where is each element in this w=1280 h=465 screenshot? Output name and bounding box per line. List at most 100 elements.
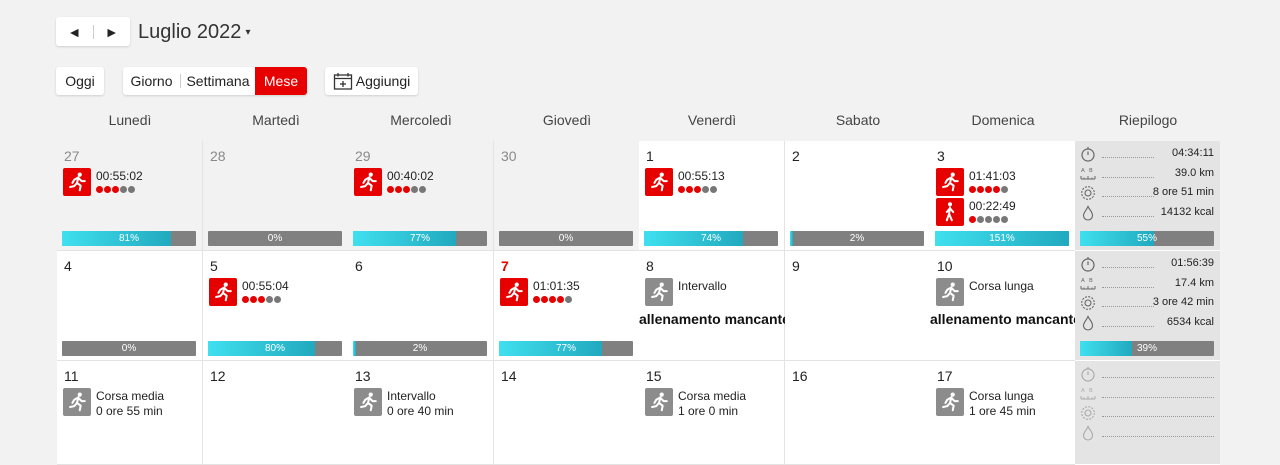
day-cell[interactable]: 4 0% [57,251,203,361]
leader-dots [1102,286,1154,288]
summary-row-distance: A B 17.4 km [1080,276,1214,292]
leader-dots [1102,176,1154,178]
intensity-dot [242,296,249,303]
weekday-header: Riepilogo [1118,112,1178,128]
run-icon[interactable] [354,388,382,416]
intensity-dot [694,186,701,193]
day-cell[interactable]: 2 2% [785,141,931,251]
intensity-dot [250,296,257,303]
day-number: 10 [937,258,953,274]
progress-bar: 0% [208,231,342,246]
progress-label: 0% [267,233,283,244]
today-button[interactable]: Oggi [56,67,104,95]
day-cell[interactable]: 11 Corsa media 0 ore 55 min [57,361,203,465]
run-icon[interactable] [500,278,528,306]
day-cell[interactable]: 29 00:40:02 77% [348,141,494,251]
distance-icon: AB [1080,386,1096,402]
view-day-button[interactable]: Giorno [123,67,180,95]
prev-month-button[interactable]: ◄ [56,17,93,46]
svg-text:A: A [1081,278,1085,284]
intensity-dot [120,186,127,193]
day-number: 7 [501,258,509,274]
intensity-dots [969,216,1008,223]
leader-dots [1102,325,1154,327]
stopwatch-icon [1080,146,1096,162]
intensity-dot [969,216,976,223]
progress-bar: 2% [790,231,924,246]
leader-dots [1102,196,1154,197]
intensity-dot [112,186,119,193]
intensity-dot [104,186,111,193]
summary-value: 39.0 km [1174,166,1214,179]
progress-bar: 77% [353,231,487,246]
day-cell[interactable]: 1 00:55:13 74% [639,141,785,251]
day-cell[interactable]: 30 0% [494,141,640,251]
day-number: 15 [646,368,662,384]
duration-icon [1080,185,1096,201]
flame-icon [1080,314,1096,331]
walk-icon[interactable] [936,198,964,226]
progress-bar: 151% [935,231,1069,246]
progress-label: 55% [1136,233,1157,244]
summary-value: 6534 kcal [1166,315,1214,328]
day-number: 5 [210,258,218,274]
day-cell[interactable]: 3 01:41:03 00:22:49 151% [930,141,1076,251]
svg-text:B: B [1089,168,1093,174]
progress-bar: 0% [62,341,196,356]
run-icon[interactable] [209,278,237,306]
view-month-button[interactable]: Mese [255,67,307,95]
add-button[interactable]: Aggiungi [325,67,418,95]
day-number: 11 [64,368,79,384]
intensity-dots [678,186,717,193]
summary-row-energy: 14132 kcal [1080,204,1214,221]
intensity-dot [557,296,564,303]
intensity-dot [969,186,976,193]
run-icon[interactable] [936,168,964,196]
next-month-button[interactable]: ► [93,17,130,46]
intensity-dot [387,186,394,193]
progress-label: 151% [989,233,1015,244]
day-cell[interactable]: 12 [203,361,349,465]
day-cell[interactable]: 7 01:01:35 77% [494,251,640,361]
day-cell[interactable]: 16 [785,361,931,465]
view-week-button[interactable]: Settimana [181,67,255,95]
day-cell[interactable]: 17 Corsa lunga 1 ore 45 min [930,361,1076,465]
weekday-header: Mercoledì [390,112,452,128]
day-number: 3 [937,148,945,164]
intensity-dot [419,186,426,193]
run-icon[interactable] [645,388,673,416]
day-cell[interactable]: 8 Intervallo allenamento mancante [639,251,790,361]
day-cell[interactable]: 13 Intervallo 0 ore 40 min [348,361,494,465]
month-selector[interactable]: Luglio 2022 ▾ [138,21,250,44]
day-cell[interactable]: 10 Corsa lunga allenamento mancante [930,251,1081,361]
leader-dots [1102,377,1214,378]
day-cell[interactable]: 28 0% [203,141,349,251]
day-cell[interactable]: 27 00:55:02 81% [57,141,203,251]
summary-row-time: 04:34:11 [1080,146,1214,162]
leader-dots [1102,157,1154,158]
summary-row-duration [1080,405,1214,421]
svg-text:B: B [1089,388,1093,394]
run-icon[interactable] [354,168,382,196]
day-cell[interactable]: 6 2% [348,251,494,361]
intensity-dot [266,296,273,303]
workout-name: Corsa lunga [969,389,1034,403]
day-cell[interactable]: 5 00:55:04 80% [203,251,349,361]
run-icon[interactable] [63,168,91,196]
run-icon[interactable] [936,278,964,306]
workout-duration: 01:41:03 [969,169,1016,183]
run-icon[interactable] [63,388,91,416]
progress-bar: 74% [644,231,778,246]
workout-planned-duration: 1 ore 0 min [678,404,739,418]
intensity-dot [710,186,717,193]
month-label: Luglio 2022 [138,21,242,43]
day-cell[interactable]: 14 [494,361,640,465]
day-cell[interactable]: 15 Corsa media 1 ore 0 min [639,361,785,465]
intensity-dot [258,296,265,303]
run-icon[interactable] [645,278,673,306]
day-cell[interactable]: 9 [785,251,931,361]
run-icon[interactable] [936,388,964,416]
run-icon[interactable] [645,168,673,196]
intensity-dot [565,296,572,303]
leader-dots [1102,435,1214,437]
